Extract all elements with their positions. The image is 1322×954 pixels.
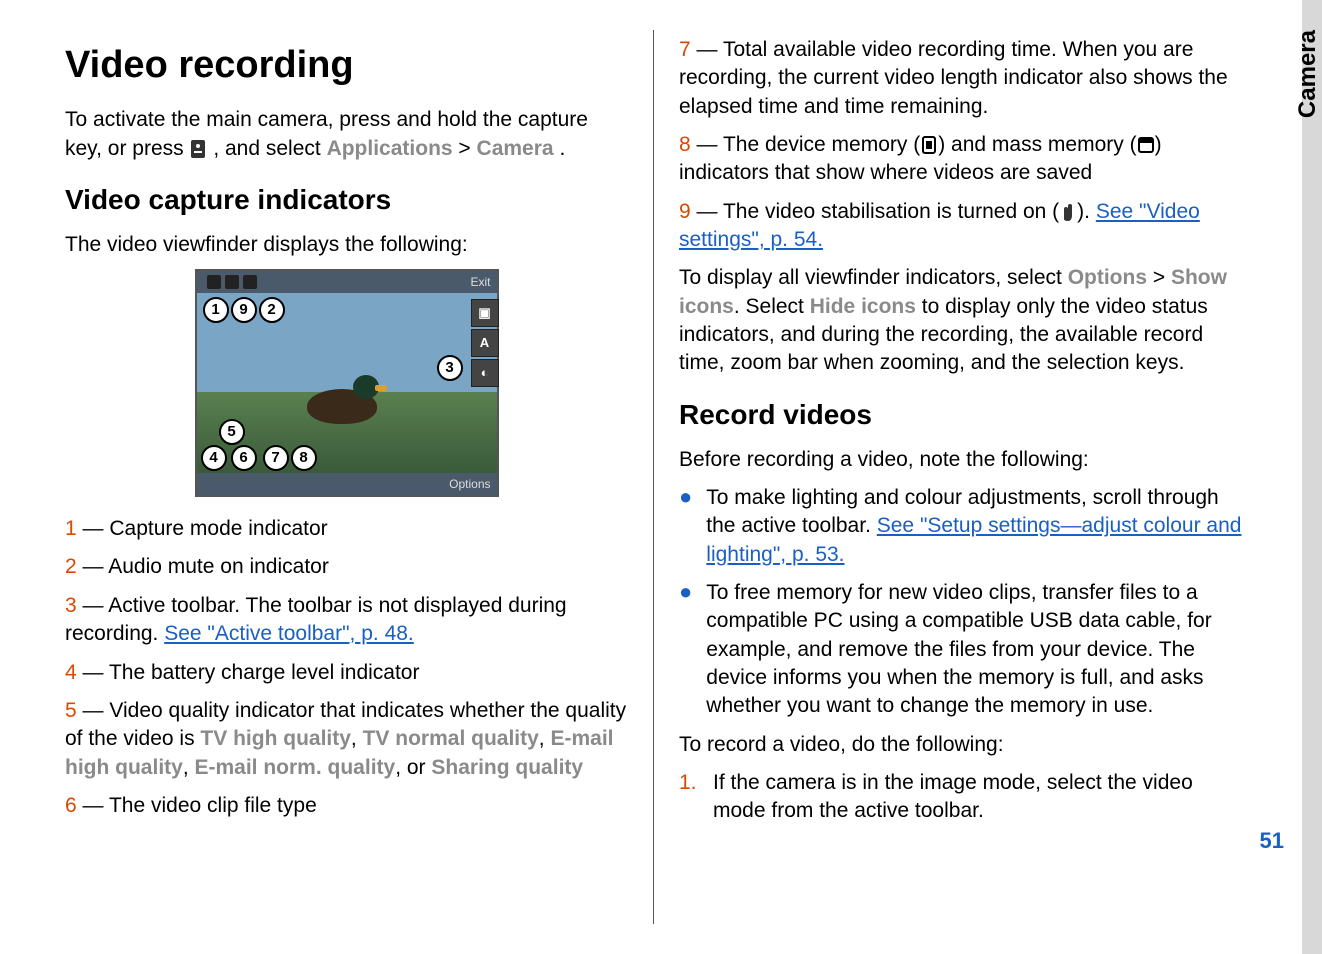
label-email-norm: E-mail norm. quality	[195, 756, 396, 779]
mute-icon	[243, 275, 257, 289]
bullet-2-text: To free memory for new video clips, tran…	[706, 579, 1242, 721]
viewfinder-intro: The video viewfinder displays the follow…	[65, 231, 628, 259]
bullet-icon: ●	[679, 579, 692, 721]
indicator-4: 4 — The battery charge level indicator	[65, 659, 628, 687]
ref-7-text: — Total available video recording time. …	[679, 38, 1228, 118]
step-1-number: 1.	[679, 769, 701, 826]
ref-2-text: — Audio mute on indicator	[77, 555, 329, 578]
ref-2: 2	[65, 555, 77, 578]
list-item: ● To make lighting and colour adjustment…	[679, 484, 1242, 569]
callout-4: 4	[201, 445, 227, 471]
sep3: ,	[183, 756, 195, 779]
intro-text-b: , and select	[213, 137, 326, 160]
indicator-8: 8 — The device memory ( ) and mass memory…	[679, 131, 1242, 188]
step-1-text: If the camera is in the image mode, sele…	[713, 769, 1242, 826]
label-tv-high: TV high quality	[200, 727, 351, 750]
label-options: Options	[1068, 266, 1147, 289]
list-item: 1. If the camera is in the image mode, s…	[679, 769, 1242, 826]
bullet-icon: ●	[679, 484, 692, 569]
screenshot-status-icons	[203, 275, 257, 289]
screenshot-active-toolbar: ▣ A ◐	[471, 299, 497, 387]
indicator-9: 9 — The video stabilisation is turned on…	[679, 198, 1242, 255]
record-intro: To record a video, do the following:	[679, 731, 1242, 759]
sep2: ,	[539, 727, 551, 750]
ref-4: 4	[65, 661, 77, 684]
ref-3: 3	[65, 594, 77, 617]
callout-8: 8	[291, 445, 317, 471]
duck-illustration	[297, 371, 387, 426]
indicator-3: 3 — Active toolbar. The toolbar is not d…	[65, 592, 628, 649]
indicator-6: 6 — The video clip file type	[65, 792, 628, 820]
heading-record-videos: Record videos	[679, 396, 1242, 434]
intro-separator: >	[458, 137, 476, 160]
ref-7: 7	[679, 38, 691, 61]
toolbar-icon-2: ◐	[471, 359, 499, 387]
ref-6-text: — The video clip file type	[77, 794, 317, 817]
indicator-1: 1 — Capture mode indicator	[65, 515, 628, 543]
page-margin-bar	[1302, 0, 1322, 954]
stabilisation-icon	[225, 275, 239, 289]
device-memory-icon	[920, 134, 938, 156]
toolbar-icon-1: ▣	[471, 299, 499, 327]
label-applications: Applications	[327, 137, 453, 160]
callout-2: 2	[259, 297, 285, 323]
callout-5: 5	[219, 419, 245, 445]
left-column: Video recording To activate the main cam…	[50, 30, 654, 924]
list-item: ● To free memory for new video clips, tr…	[679, 579, 1242, 721]
screenshot-exit-label: Exit	[470, 274, 490, 290]
viewfinder-screenshot: Exit ▣ A ◐ 1 9 2 3 5 4 6 7 8	[195, 269, 499, 497]
mass-memory-icon	[1137, 134, 1155, 156]
page-number: 51	[1260, 828, 1284, 854]
screenshot-scene: ▣ A ◐ 1 9 2 3 5 4 6 7 8	[197, 293, 497, 473]
toolbar-icon-a: A	[471, 329, 499, 357]
callout-7: 7	[263, 445, 289, 471]
bullet-1-content: To make lighting and colour adjustments,…	[706, 484, 1242, 569]
label-sharing: Sharing quality	[431, 756, 583, 779]
stabilisation-hand-icon	[1059, 201, 1077, 223]
ref-4-text: — The battery charge level indicator	[77, 661, 420, 684]
record-steps-list: 1. If the camera is in the image mode, s…	[679, 769, 1242, 826]
callout-1: 1	[203, 297, 229, 323]
heading-video-capture-indicators: Video capture indicators	[65, 181, 628, 219]
ref-8: 8	[679, 133, 691, 156]
indicator-2: 2 — Audio mute on indicator	[65, 553, 628, 581]
label-hide-icons: Hide icons	[810, 295, 916, 318]
indicator-5: 5 — Video quality indicator that indicat…	[65, 697, 628, 782]
ref-1-text: — Capture mode indicator	[77, 517, 328, 540]
intro-period: .	[559, 137, 565, 160]
callout-6: 6	[231, 445, 257, 471]
ref-9-text-b: ).	[1077, 200, 1096, 223]
ref-5: 5	[65, 699, 77, 722]
page-content: Video recording To activate the main cam…	[0, 0, 1322, 954]
screenshot-top-bar: Exit	[197, 271, 497, 293]
capture-mode-icon	[207, 275, 221, 289]
ref-8-text-b: ) and mass memory (	[938, 133, 1136, 156]
ref-6: 6	[65, 794, 77, 817]
ref-1: 1	[65, 517, 77, 540]
sep1: ,	[351, 727, 363, 750]
screenshot-bottom-bar: Options	[197, 473, 497, 495]
section-tab: Camera	[1294, 30, 1322, 118]
ref-9: 9	[679, 200, 691, 223]
ref-9-text-a: — The video stabilisation is turned on (	[691, 200, 1059, 223]
callout-9: 9	[231, 297, 257, 323]
viewfinder-options-paragraph: To display all viewfinder indicators, se…	[679, 264, 1242, 377]
intro-paragraph: To activate the main camera, press and h…	[65, 106, 628, 163]
para1-c: >	[1147, 266, 1171, 289]
menu-key-icon	[189, 138, 207, 160]
para1-e: . Select	[734, 295, 810, 318]
label-camera: Camera	[477, 137, 554, 160]
record-pre: Before recording a video, note the follo…	[679, 446, 1242, 474]
ref-8-text-a: — The device memory (	[691, 133, 921, 156]
right-column: 7 — Total available video recording time…	[654, 30, 1282, 924]
heading-video-recording: Video recording	[65, 40, 628, 91]
link-active-toolbar[interactable]: See "Active toolbar", p. 48.	[164, 622, 414, 645]
sep4: , or	[395, 756, 431, 779]
label-tv-normal: TV normal quality	[363, 727, 539, 750]
screenshot-options-label: Options	[449, 476, 490, 492]
callout-3: 3	[437, 355, 463, 381]
indicator-7: 7 — Total available video recording time…	[679, 36, 1242, 121]
para1-a: To display all viewfinder indicators, se…	[679, 266, 1068, 289]
record-notes-list: ● To make lighting and colour adjustment…	[679, 484, 1242, 721]
